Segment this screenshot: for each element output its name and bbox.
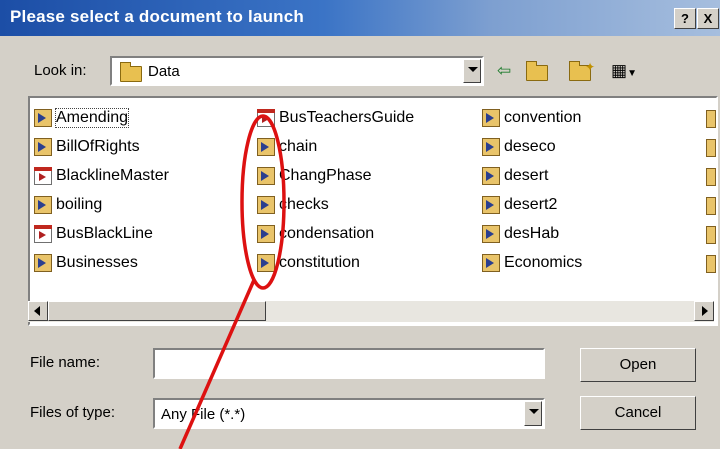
annotation-overlay [178,114,286,449]
open-file-dialog: Please select a document to launch ? X L… [0,0,720,449]
highlight-ellipse [240,114,286,290]
pointer-line [178,279,256,449]
